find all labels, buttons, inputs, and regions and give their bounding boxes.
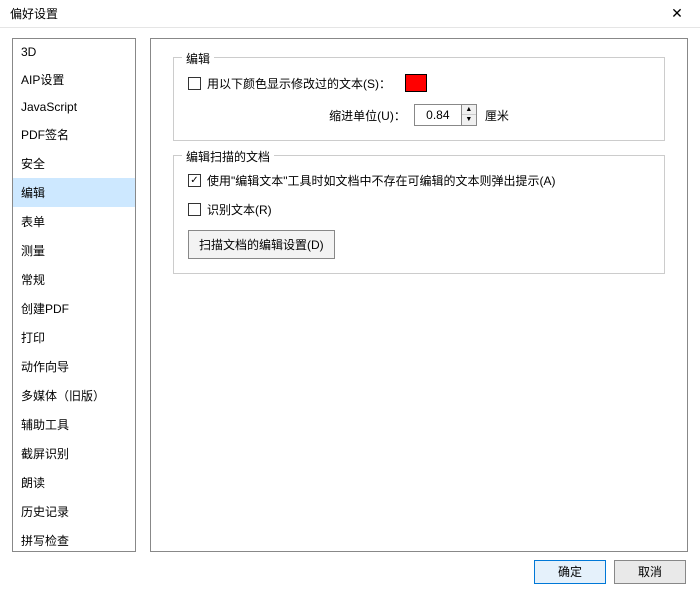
ok-button[interactable]: 确定 — [534, 560, 606, 584]
category-sidebar[interactable]: 3DAIP设置JavaScriptPDF签名安全编辑表单测量常规创建PDF打印动… — [12, 38, 136, 552]
sidebar-item[interactable]: 表单 — [13, 207, 135, 236]
indent-spinner: ▲ ▼ — [414, 104, 477, 126]
main-area: 3DAIP设置JavaScriptPDF签名安全编辑表单测量常规创建PDF打印动… — [0, 28, 700, 552]
content-panel: 编辑 用以下颜色显示修改过的文本(S)： 缩进单位(U)： ▲ ▼ 厘米 — [150, 38, 688, 552]
sidebar-item[interactable]: 常规 — [13, 265, 135, 294]
sidebar-item[interactable]: 测量 — [13, 236, 135, 265]
indent-label: 缩进单位(U)： — [329, 107, 406, 124]
scan-settings-button[interactable]: 扫描文档的编辑设置(D) — [188, 230, 335, 259]
sidebar-item[interactable]: 多媒体（旧版） — [13, 381, 135, 410]
sidebar-item[interactable]: 创建PDF — [13, 294, 135, 323]
hint-checkbox-label: 使用"编辑文本"工具时如文档中不存在可编辑的文本则弹出提示(A) — [207, 172, 556, 189]
cancel-button[interactable]: 取消 — [614, 560, 686, 584]
sidebar-item[interactable]: 拼写检查 — [13, 526, 135, 552]
group-scan: 编辑扫描的文档 使用"编辑文本"工具时如文档中不存在可编辑的文本则弹出提示(A)… — [173, 155, 665, 274]
ocr-checkbox-label: 识别文本(R) — [207, 201, 272, 218]
scan-settings-row: 扫描文档的编辑设置(D) — [188, 230, 650, 259]
group-edit: 编辑 用以下颜色显示修改过的文本(S)： 缩进单位(U)： ▲ ▼ 厘米 — [173, 57, 665, 141]
color-checkbox[interactable] — [188, 77, 201, 90]
ocr-checkbox[interactable] — [188, 203, 201, 216]
spinner-down[interactable]: ▼ — [462, 115, 476, 125]
color-swatch[interactable] — [405, 74, 427, 92]
sidebar-item[interactable]: 3D — [13, 39, 135, 65]
title-bar: 偏好设置 ✕ — [0, 0, 700, 28]
sidebar-item[interactable]: 安全 — [13, 149, 135, 178]
ocr-row: 识别文本(R) — [188, 201, 650, 218]
sidebar-item[interactable]: JavaScript — [13, 94, 135, 120]
color-row: 用以下颜色显示修改过的文本(S)： — [188, 74, 650, 92]
sidebar-item[interactable]: 朗读 — [13, 468, 135, 497]
window-title: 偏好设置 — [10, 5, 58, 22]
sidebar-item[interactable]: 打印 — [13, 323, 135, 352]
sidebar-item[interactable]: PDF签名 — [13, 120, 135, 149]
spinner-buttons: ▲ ▼ — [462, 104, 477, 126]
indent-input[interactable] — [414, 104, 462, 126]
sidebar-item[interactable]: 辅助工具 — [13, 410, 135, 439]
close-button[interactable]: ✕ — [662, 2, 692, 26]
group-edit-title: 编辑 — [182, 50, 214, 67]
color-checkbox-label: 用以下颜色显示修改过的文本(S)： — [207, 75, 391, 92]
footer: 确定 取消 — [0, 552, 700, 590]
close-icon: ✕ — [671, 5, 683, 22]
sidebar-item[interactable]: 动作向导 — [13, 352, 135, 381]
sidebar-item[interactable]: 编辑 — [13, 178, 135, 207]
spinner-up[interactable]: ▲ — [462, 105, 476, 115]
sidebar-item[interactable]: 历史记录 — [13, 497, 135, 526]
indent-row: 缩进单位(U)： ▲ ▼ 厘米 — [188, 104, 650, 126]
group-scan-title: 编辑扫描的文档 — [182, 148, 274, 165]
sidebar-item[interactable]: AIP设置 — [13, 65, 135, 94]
sidebar-item[interactable]: 截屏识别 — [13, 439, 135, 468]
hint-checkbox[interactable] — [188, 174, 201, 187]
indent-unit: 厘米 — [485, 107, 509, 124]
hint-row: 使用"编辑文本"工具时如文档中不存在可编辑的文本则弹出提示(A) — [188, 172, 650, 189]
